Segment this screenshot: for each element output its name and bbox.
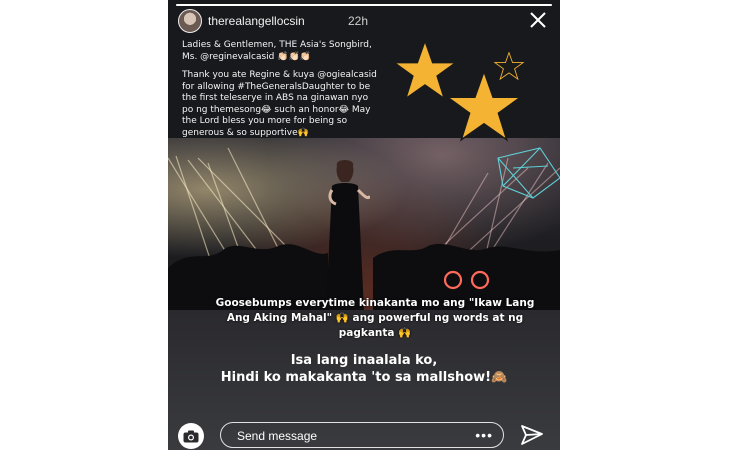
story-progress-bar (176, 4, 552, 6)
story-viewer: therealangellocsin 22h Ladies & Gentleme… (168, 0, 560, 450)
singer-figure (326, 160, 370, 310)
story-overlay-text-1: Goosebumps everytime kinakanta mo ang "I… (215, 297, 535, 339)
story-header: therealangellocsin 22h (178, 9, 550, 33)
camera-button[interactable] (178, 423, 204, 449)
story-caption: Ladies & Gentlemen, THE Asia's Songbird,… (182, 40, 382, 146)
caption-paragraph-1: Ladies & Gentlemen, THE Asia's Songbird,… (182, 40, 372, 62)
camera-icon (183, 430, 199, 442)
more-options-button[interactable]: ••• (475, 428, 493, 442)
story-concert-photo (168, 138, 560, 310)
overlay-text-2-line-2: Hindi ko makakanta 'to sa mallshow!🙈 (220, 370, 508, 385)
send-message-input[interactable] (235, 426, 459, 446)
overlay-text-2-line-1: Isa lang inaalala ko, (290, 353, 438, 368)
send-message-field[interactable]: ••• (220, 422, 504, 448)
close-icon[interactable] (528, 10, 548, 30)
username[interactable]: therealangellocsin (208, 14, 305, 28)
timestamp: 22h (348, 14, 369, 28)
story-reply-bar: ••• (168, 418, 560, 450)
story-overlay-text-2: Isa lang inaalala ko, Hindi ko makakanta… (188, 352, 540, 386)
send-icon[interactable] (520, 424, 544, 446)
story-progress-fill (176, 4, 552, 6)
avatar[interactable] (178, 9, 202, 33)
star-icon (445, 70, 523, 142)
caption-paragraph-2: Thank you ate Regine & kuya @ogiealcasid… (182, 70, 377, 138)
